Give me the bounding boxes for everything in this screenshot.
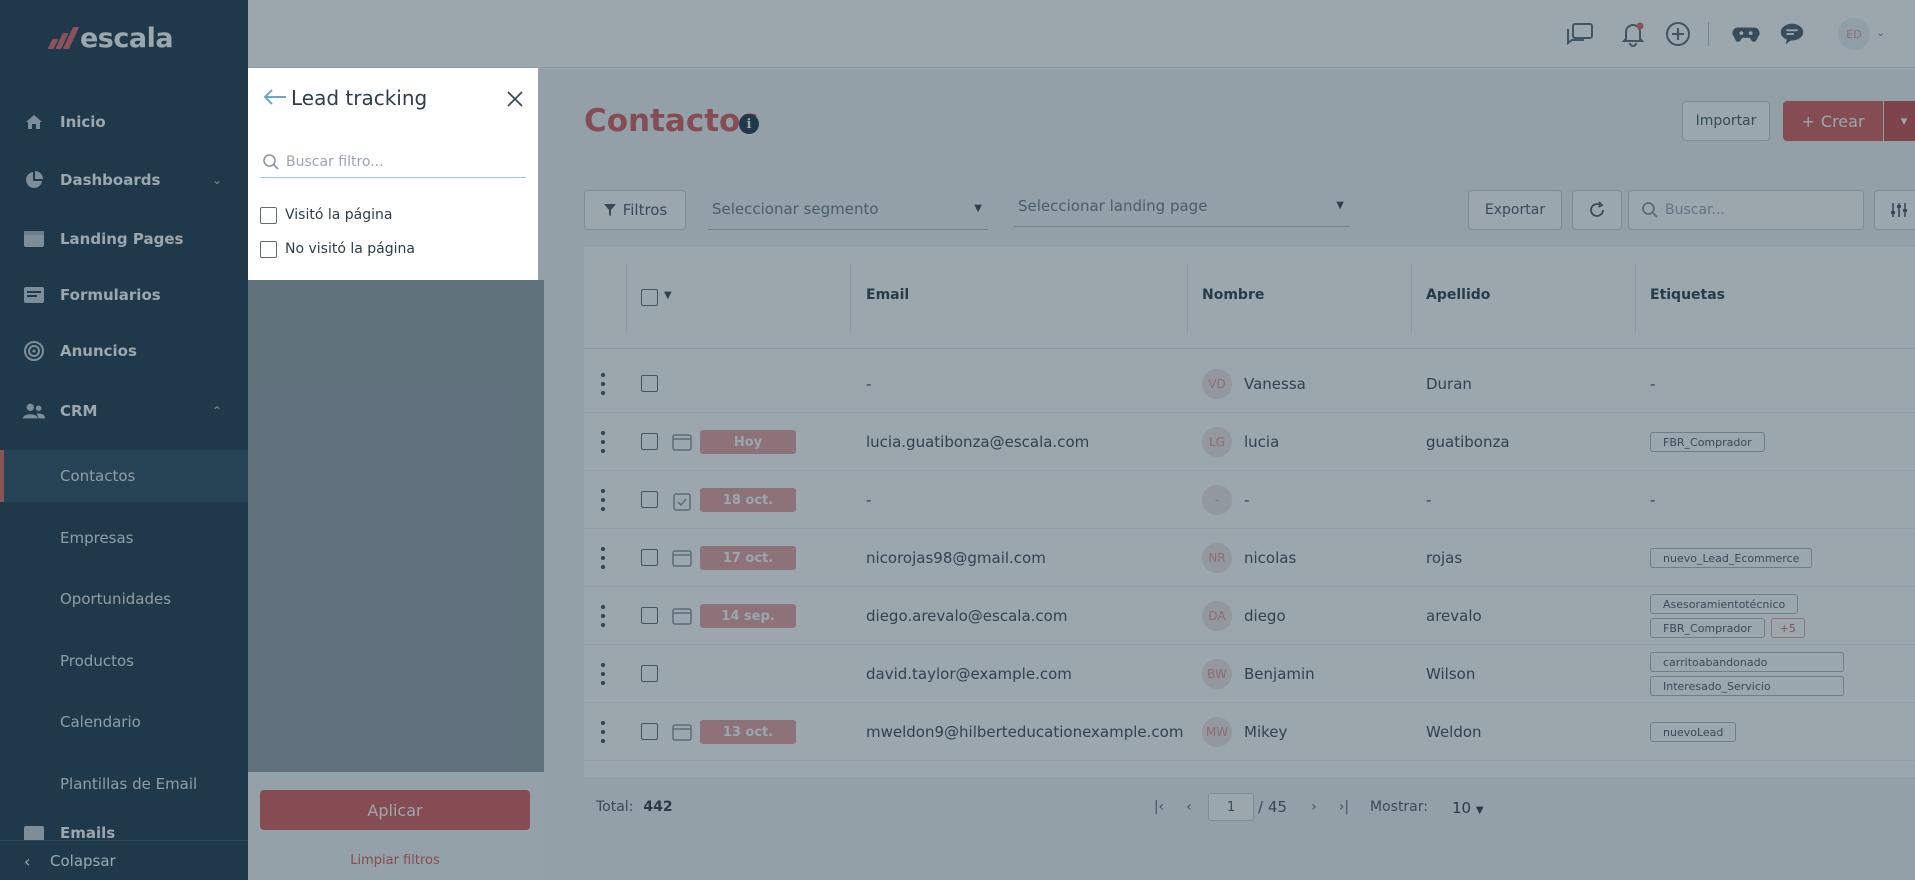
search-icon xyxy=(263,154,279,170)
filter-option-label: No visitó la página xyxy=(285,241,415,257)
drawer-backdrop xyxy=(248,280,544,880)
filter-option-checkbox[interactable] xyxy=(260,206,277,224)
arrow-left-icon[interactable] xyxy=(262,86,288,108)
filter-option-checkbox[interactable] xyxy=(260,240,277,258)
filter-search-input[interactable]: Buscar filtro... xyxy=(260,146,526,178)
filter-panel: Lead tracking Buscar filtro... Visitó la… xyxy=(248,68,538,280)
filter-drawer: Lead tracking Buscar filtro... Visitó la… xyxy=(248,0,544,880)
filter-option-not-visited[interactable]: No visitó la página xyxy=(260,238,415,260)
close-icon[interactable] xyxy=(506,90,524,108)
app-root: escala Inicio Dashboards ⌄ Landing Pages xyxy=(0,0,1915,880)
filter-search-placeholder: Buscar filtro... xyxy=(286,153,384,170)
filter-option-visited[interactable]: Visitó la página xyxy=(260,204,392,226)
filter-option-label: Visitó la página xyxy=(285,207,393,223)
filter-panel-title: Lead tracking xyxy=(291,86,428,110)
